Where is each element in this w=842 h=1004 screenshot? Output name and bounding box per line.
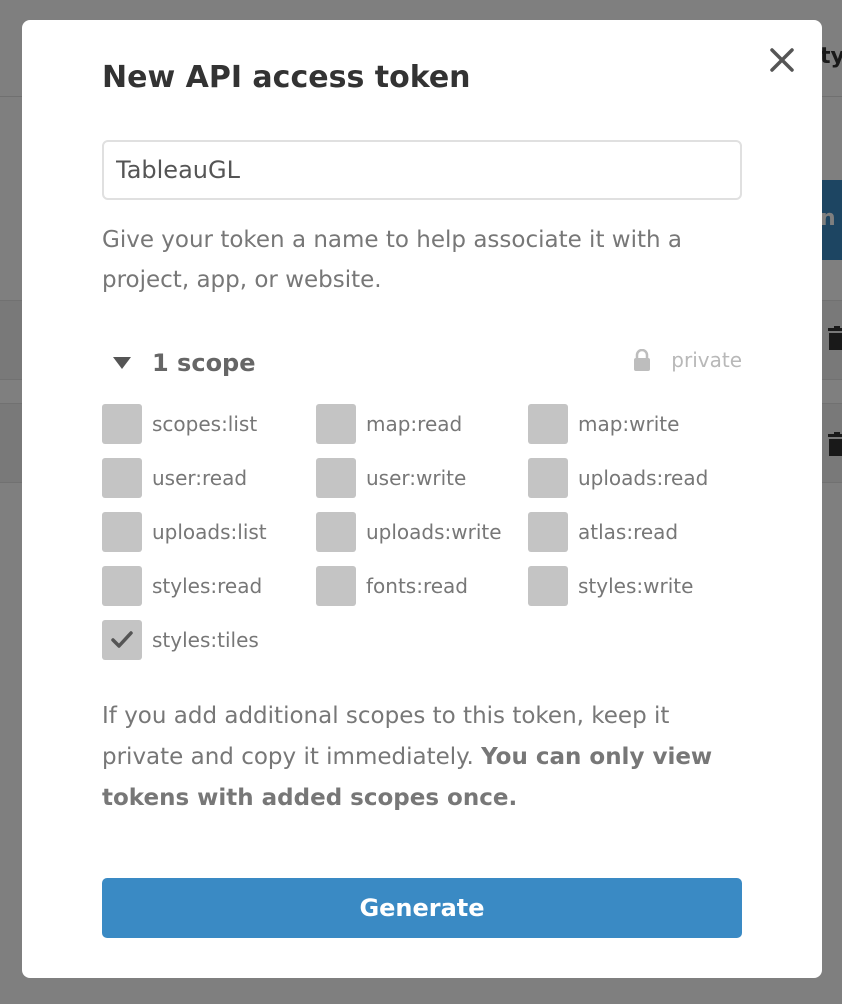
- scope-option[interactable]: uploads:list: [102, 512, 267, 552]
- generate-button[interactable]: Generate: [102, 878, 742, 938]
- scope-option[interactable]: scopes:list: [102, 404, 257, 444]
- scope-label: uploads:write: [366, 520, 502, 544]
- scope-checkbox[interactable]: [528, 512, 568, 552]
- scope-checkbox[interactable]: [316, 512, 356, 552]
- scope-label: fonts:read: [366, 574, 468, 598]
- scope-label: styles:read: [152, 574, 263, 598]
- scope-warning-text: If you add additional scopes to this tok…: [102, 696, 752, 819]
- token-name-help-text: Give your token a name to help associate…: [102, 227, 682, 293]
- scope-checkbox[interactable]: [102, 458, 142, 498]
- scope-toggle[interactable]: 1 scope: [102, 343, 256, 383]
- scope-label: uploads:list: [152, 520, 267, 544]
- token-name-input[interactable]: [102, 140, 742, 200]
- privacy-indicator: private: [633, 344, 742, 376]
- scope-checkbox[interactable]: [316, 404, 356, 444]
- scope-option[interactable]: map:write: [528, 404, 679, 444]
- scope-option[interactable]: styles:read: [102, 566, 262, 606]
- close-button[interactable]: [766, 44, 798, 76]
- lock-icon: [634, 349, 651, 371]
- scope-checkbox[interactable]: [528, 458, 568, 498]
- checkmark-icon: [111, 631, 133, 648]
- new-token-dialog: New API access token Give your token a n…: [22, 20, 822, 978]
- caret-down-icon: [102, 343, 142, 383]
- scope-checkbox-grid: scopes:list map:read map:write user:read…: [102, 404, 762, 674]
- scope-label: map:read: [366, 412, 463, 436]
- scope-checkbox[interactable]: [528, 566, 568, 606]
- scope-label: scopes:list: [152, 412, 258, 436]
- scope-label: user:write: [366, 466, 467, 490]
- scope-checkbox-checked[interactable]: [102, 620, 142, 660]
- scope-label: uploads:read: [578, 466, 709, 490]
- scope-option[interactable]: uploads:read: [528, 458, 708, 498]
- scope-option[interactable]: uploads:write: [316, 512, 502, 552]
- dialog-title: New API access token: [102, 60, 471, 95]
- scope-label: styles:tiles: [152, 628, 259, 652]
- scope-count-label: 1 scope: [152, 349, 256, 377]
- scope-option[interactable]: map:read: [316, 404, 462, 444]
- scope-option[interactable]: styles:write: [528, 566, 693, 606]
- scope-option[interactable]: fonts:read: [316, 566, 468, 606]
- scope-option[interactable]: user:read: [102, 458, 247, 498]
- scope-checkbox[interactable]: [102, 566, 142, 606]
- scope-option[interactable]: user:write: [316, 458, 466, 498]
- scope-label: user:read: [152, 466, 248, 490]
- scope-checkbox[interactable]: [102, 404, 142, 444]
- scope-label: map:write: [578, 412, 680, 436]
- scope-option[interactable]: atlas:read: [528, 512, 678, 552]
- scope-label: atlas:read: [578, 520, 679, 544]
- privacy-label: private: [671, 348, 742, 372]
- close-icon: [770, 48, 794, 72]
- scope-label: styles:write: [578, 574, 694, 598]
- scope-checkbox[interactable]: [316, 458, 356, 498]
- scope-checkbox[interactable]: [102, 512, 142, 552]
- scope-option[interactable]: styles:tiles: [102, 620, 259, 660]
- scope-checkbox[interactable]: [316, 566, 356, 606]
- scope-checkbox[interactable]: [528, 404, 568, 444]
